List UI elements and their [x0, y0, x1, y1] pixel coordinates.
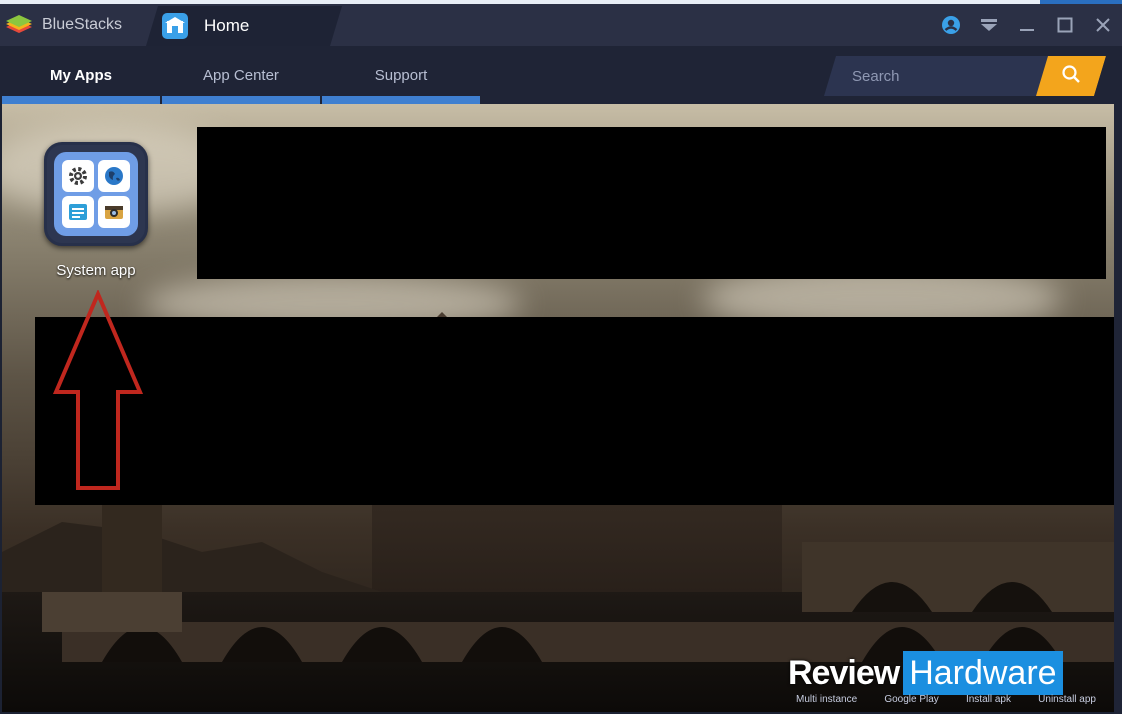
multi-instance-button[interactable]: Multi instance [796, 694, 857, 710]
search-button[interactable] [1036, 56, 1106, 96]
uninstall-app-button[interactable]: Uninstall app [1038, 694, 1096, 710]
watermark-review: Review [788, 653, 900, 692]
search-icon [1061, 64, 1081, 89]
maximize-icon[interactable] [1046, 4, 1084, 46]
globe-icon [98, 160, 130, 192]
bluestacks-logo-icon [4, 13, 34, 37]
tab-indicator-app-center [162, 96, 320, 104]
redaction-block [197, 127, 1106, 279]
app-name: BlueStacks [42, 16, 123, 33]
install-apk-button[interactable]: Install apk [966, 694, 1011, 710]
brand: BlueStacks [0, 4, 122, 46]
system-app-icon[interactable] [44, 142, 148, 246]
system-app-icon-grid [54, 152, 138, 236]
tab-home-label: Home [204, 16, 250, 35]
home-screen: System app [2, 104, 1114, 712]
search-input[interactable] [852, 64, 1032, 88]
search-box [824, 56, 1106, 96]
close-icon[interactable] [1084, 4, 1122, 46]
tab-indicator-my-apps [2, 96, 160, 104]
redaction-block [35, 317, 1114, 505]
tab-home[interactable]: Home [146, 6, 342, 46]
camera-icon [98, 196, 130, 228]
file-manager-icon [62, 196, 94, 228]
menu-dropdown-icon[interactable] [970, 4, 1008, 46]
system-app-label: System app [56, 262, 136, 279]
gear-icon [62, 160, 94, 192]
tab-indicator-support [322, 96, 480, 104]
window-controls [932, 4, 1122, 46]
title-bar: BlueStacks Home [0, 0, 1122, 46]
red-arrow-annotation [52, 290, 144, 490]
home-icon [162, 13, 188, 39]
bottom-toolbar: Multi instance Google Play Install apk U… [796, 694, 1096, 710]
nav-bar: My Apps App Center Support [0, 46, 1122, 104]
minimize-icon[interactable] [1008, 4, 1046, 46]
watermark-hardware: Hardware [903, 651, 1063, 695]
account-icon[interactable] [932, 4, 970, 46]
review-hardware-watermark: Review Hardware [784, 651, 1063, 695]
window-frame-right [1114, 46, 1122, 714]
google-play-button[interactable]: Google Play [884, 694, 938, 710]
